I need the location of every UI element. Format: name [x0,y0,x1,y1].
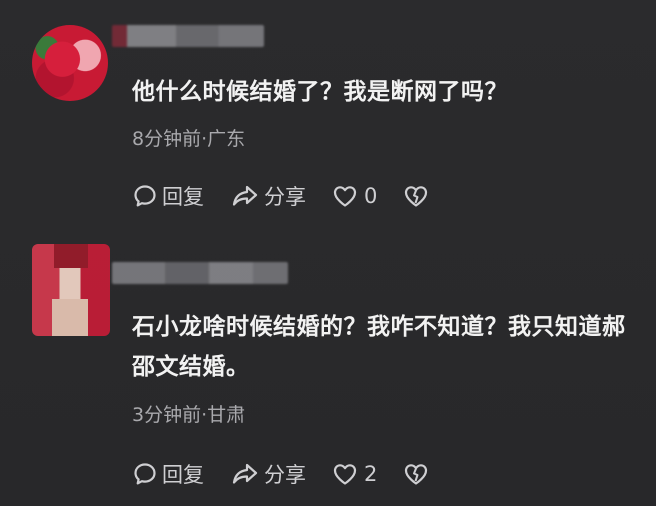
like-button[interactable]: 0 [332,184,377,208]
comment-meta: 3分钟前·甘肃 [132,404,246,426]
share-button[interactable]: 分享 [230,181,306,211]
share-arrow-icon [230,461,260,487]
heart-icon [332,184,358,208]
broken-heart-icon [403,184,429,208]
broken-heart-icon [403,462,429,486]
comments-screen: 他什么时候结婚了？我是断网了吗？ 8分钟前·广东 回复 分享 0 石小龙啥时候结… [0,0,656,506]
avatar[interactable] [32,244,110,336]
share-label: 分享 [264,463,306,487]
comment-text: 石小龙啥时候结婚的？我咋不知道？我只知道郝邵文结婚。 [132,314,626,380]
heart-icon [332,462,358,486]
reply-button[interactable]: 回复 [132,459,204,489]
comment-actions: 回复 分享 2 [132,459,455,489]
reply-label: 回复 [162,463,204,487]
avatar[interactable] [32,25,108,101]
reply-label: 回复 [162,185,204,209]
reply-button[interactable]: 回复 [132,181,204,211]
share-arrow-icon [230,183,260,209]
share-label: 分享 [264,185,306,209]
comment-text: 他什么时候结婚了？我是断网了吗？ [132,79,508,105]
comment-bubble-icon [132,183,158,209]
username-blurred[interactable] [112,25,264,47]
username-blurred[interactable] [112,262,288,284]
dislike-button[interactable] [403,462,429,486]
comment-actions: 回复 分享 0 [132,181,455,211]
like-button[interactable]: 2 [332,462,377,486]
share-button[interactable]: 分享 [230,459,306,489]
comment-meta: 8分钟前·广东 [132,128,246,150]
like-count: 2 [364,462,378,486]
like-count: 0 [364,184,378,208]
dislike-button[interactable] [403,184,429,208]
comment-bubble-icon [132,461,158,487]
